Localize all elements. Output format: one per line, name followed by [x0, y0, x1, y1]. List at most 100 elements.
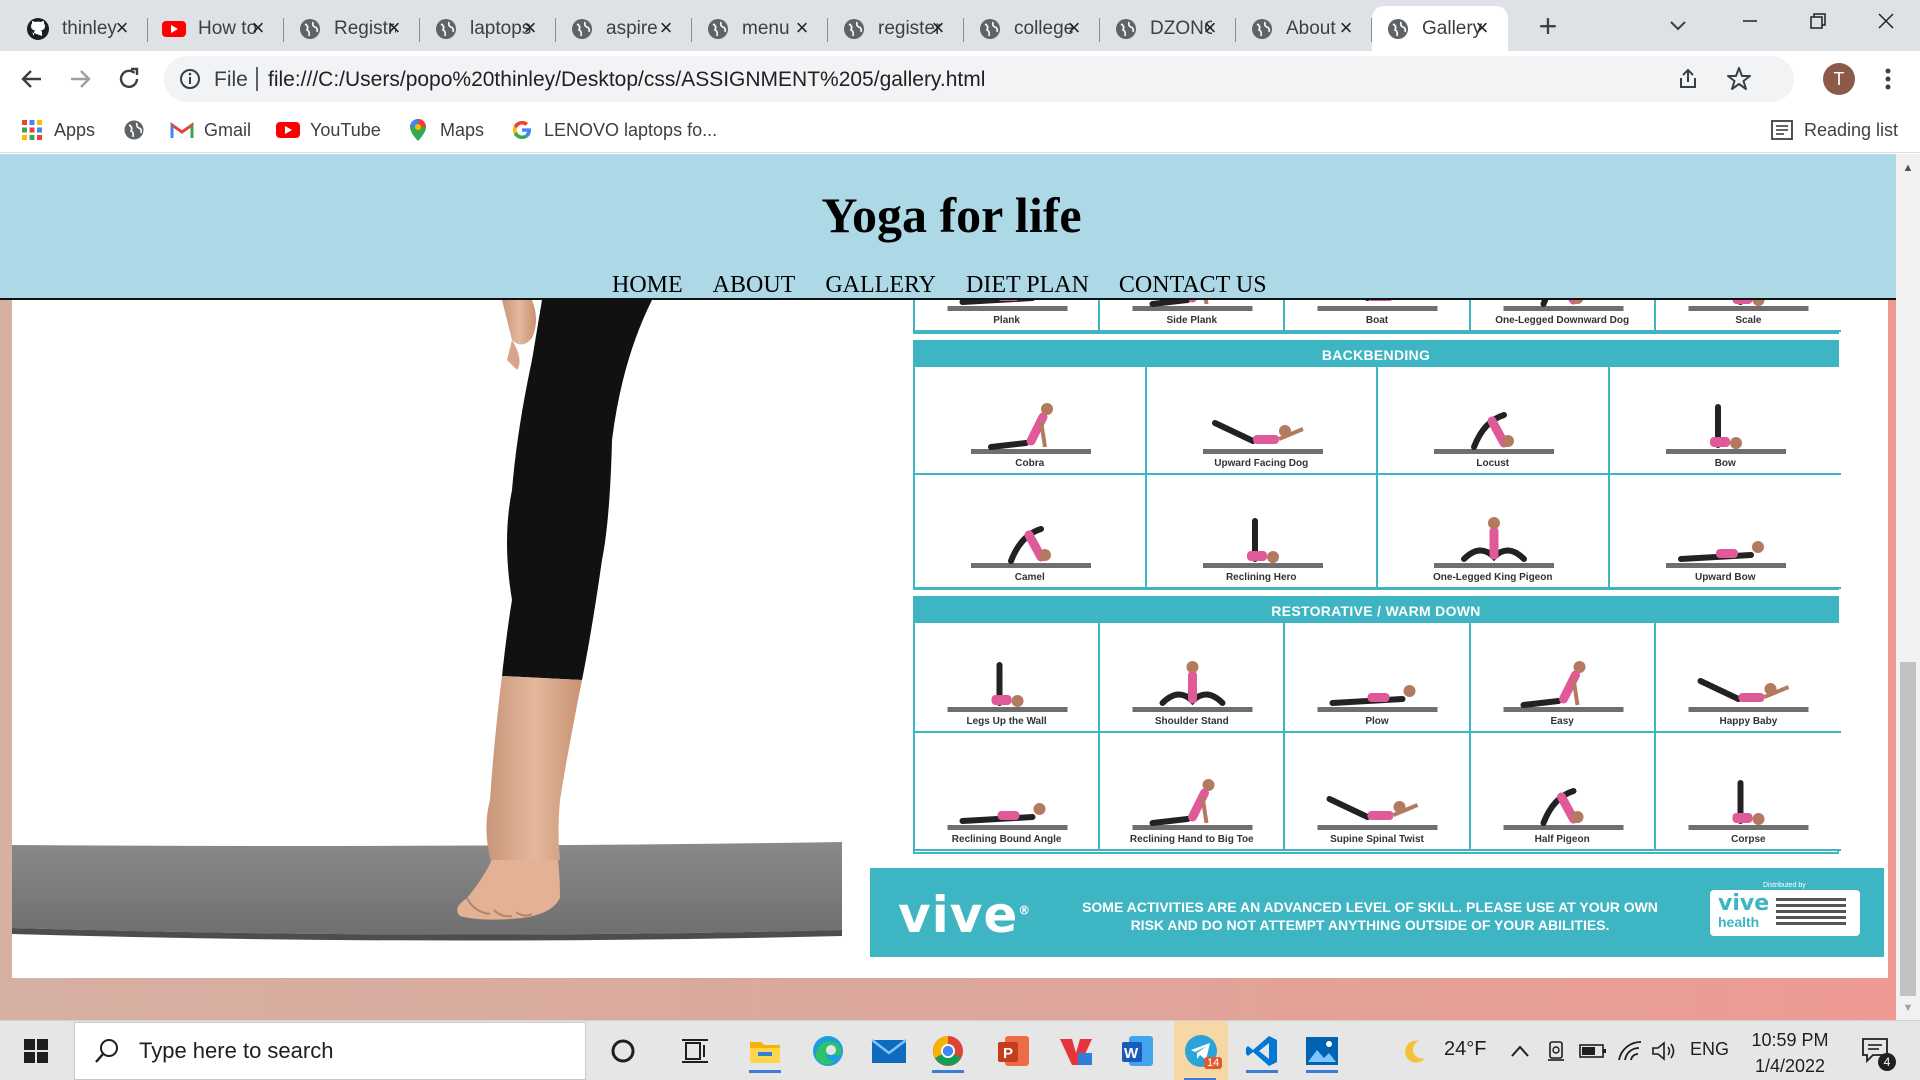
- windows-taskbar: Type here to search P W 14 24°F ENG 10:5…: [0, 1020, 1920, 1080]
- notification-center-icon[interactable]: 4: [1856, 1029, 1896, 1073]
- browser-tab[interactable]: About ×: [1236, 6, 1372, 51]
- bookmark-gmail[interactable]: Gmail: [170, 116, 251, 144]
- browser-tab[interactable]: How to ×: [148, 6, 284, 51]
- forward-icon[interactable]: [64, 63, 96, 95]
- browser-tab[interactable]: Gallery ×: [1372, 6, 1508, 51]
- nav-contact-us[interactable]: CONTACT US: [1119, 272, 1267, 299]
- photos-icon[interactable]: [1300, 1029, 1344, 1073]
- pose-label: Reclining Bound Angle: [951, 834, 1062, 845]
- kebab-menu-icon[interactable]: [1876, 63, 1900, 95]
- bookmark-globe[interactable]: [122, 116, 156, 144]
- globe-icon: [570, 17, 594, 41]
- vive-card-brand: vive: [1718, 891, 1770, 916]
- svg-text:W: W: [1124, 1045, 1139, 1062]
- telegram-badge: 14: [1204, 1057, 1223, 1069]
- pose-cell: Upward Bow: [1609, 475, 1841, 589]
- bookmark-apps[interactable]: Apps: [20, 116, 95, 144]
- tab-close-icon[interactable]: ×: [1470, 15, 1494, 40]
- weather-moon-icon[interactable]: [1394, 1029, 1434, 1073]
- vscode-icon[interactable]: [1240, 1029, 1284, 1073]
- browser-tab[interactable]: register ×: [828, 6, 964, 51]
- edge-icon[interactable]: [806, 1029, 850, 1073]
- pose-cell: Corpse: [1655, 733, 1841, 851]
- input-language[interactable]: ENG: [1690, 1039, 1729, 1060]
- nav-about[interactable]: ABOUT: [713, 272, 796, 299]
- pose-cell: Scale: [1655, 300, 1841, 332]
- tray-chevron-up-icon[interactable]: [1508, 1029, 1532, 1073]
- browser-tab[interactable]: aspire ×: [556, 6, 692, 51]
- browser-tab[interactable]: thinley ×: [12, 6, 148, 51]
- globe-icon: [122, 118, 146, 142]
- new-tab-button[interactable]: +: [1532, 8, 1564, 44]
- volume-icon[interactable]: [1650, 1029, 1678, 1073]
- pose-label: Half Pigeon: [1534, 834, 1590, 845]
- word-icon[interactable]: W: [1116, 1029, 1160, 1073]
- scroll-up-arrow-icon[interactable]: ▲: [1896, 160, 1920, 176]
- scroll-thumb[interactable]: [1900, 662, 1916, 996]
- cortana-icon[interactable]: [601, 1029, 645, 1073]
- powerpoint-icon[interactable]: P: [992, 1029, 1036, 1073]
- meet-now-icon[interactable]: [1544, 1029, 1570, 1073]
- browser-tab[interactable]: laptops ×: [420, 6, 556, 51]
- info-icon[interactable]: [178, 67, 202, 91]
- reading-list-button[interactable]: Reading list: [1770, 116, 1898, 144]
- backbending-section: BACKBENDING Cobra Upward Facing Dog Locust…: [913, 340, 1841, 590]
- yoga-leg-photo: [12, 300, 842, 958]
- bookmark-youtube[interactable]: YouTube: [276, 116, 381, 144]
- restore-icon[interactable]: [1784, 0, 1852, 42]
- tab-close-icon[interactable]: ×: [518, 15, 542, 40]
- chrome-icon[interactable]: [926, 1029, 970, 1073]
- tab-close-icon[interactable]: ×: [790, 15, 814, 40]
- nav-diet-plan[interactable]: DIET PLAN: [966, 272, 1089, 299]
- telegram-icon[interactable]: 14: [1174, 1021, 1228, 1080]
- tab-close-icon[interactable]: ×: [382, 15, 406, 40]
- weather-temperature[interactable]: 24°F: [1444, 1038, 1486, 1061]
- reload-icon[interactable]: [113, 63, 145, 95]
- vivaldi-icon[interactable]: [1054, 1029, 1098, 1073]
- nav-home[interactable]: HOME: [612, 272, 683, 299]
- taskbar-search-box[interactable]: Type here to search: [74, 1022, 586, 1080]
- reading-list-icon: [1770, 118, 1794, 142]
- tab-close-icon[interactable]: ×: [1062, 15, 1086, 40]
- share-icon[interactable]: [1676, 67, 1700, 91]
- maps-pin-icon: [406, 118, 430, 142]
- browser-tab[interactable]: Registration×: [284, 6, 420, 51]
- bookmark-lenovo[interactable]: LENOVO laptops fo...: [510, 116, 717, 144]
- browser-tab[interactable]: college ×: [964, 6, 1100, 51]
- bookmark-star-icon[interactable]: [1726, 66, 1752, 92]
- globe-icon: [842, 17, 866, 41]
- tab-close-icon[interactable]: ×: [654, 15, 678, 40]
- globe-icon: [434, 17, 458, 41]
- back-icon[interactable]: [16, 63, 48, 95]
- task-view-icon[interactable]: [673, 1029, 717, 1073]
- reading-list-label: Reading list: [1804, 119, 1899, 140]
- browser-tab[interactable]: menu ×: [692, 6, 828, 51]
- file-explorer-icon[interactable]: [743, 1029, 787, 1073]
- vive-logo: vive®: [898, 886, 1031, 944]
- battery-icon[interactable]: [1578, 1029, 1608, 1073]
- scroll-down-arrow-icon[interactable]: ▼: [1896, 1000, 1920, 1016]
- minimize-icon[interactable]: [1716, 0, 1784, 42]
- tab-close-icon[interactable]: ×: [246, 15, 270, 40]
- wifi-icon[interactable]: [1616, 1029, 1644, 1073]
- address-bar[interactable]: File file:///C:/Users/popo%20thinley/Des…: [164, 56, 1794, 102]
- apps-grid-icon: [20, 118, 44, 142]
- tab-close-icon[interactable]: ×: [1198, 15, 1222, 40]
- nav-gallery[interactable]: GALLERY: [825, 272, 936, 299]
- profile-avatar[interactable]: T: [1823, 63, 1855, 95]
- mail-icon[interactable]: [867, 1029, 911, 1073]
- site-title: Yoga for life: [821, 187, 1082, 243]
- tab-close-icon[interactable]: ×: [926, 15, 950, 40]
- tab-close-icon[interactable]: ×: [1334, 15, 1358, 40]
- windows-start-icon[interactable]: [0, 1021, 72, 1080]
- tab-close-icon[interactable]: ×: [110, 15, 134, 40]
- page-scrollbar[interactable]: ▲ ▼: [1896, 154, 1920, 1020]
- url-text[interactable]: file:///C:/Users/popo%20thinley/Desktop/…: [268, 68, 985, 92]
- close-window-icon[interactable]: [1852, 0, 1920, 42]
- taskbar-clock[interactable]: 10:59 PM 1/4/2022: [1740, 1027, 1840, 1079]
- pose-label: Plank: [993, 315, 1020, 326]
- tab-search-icon[interactable]: [1662, 10, 1694, 42]
- bookmark-maps[interactable]: Maps: [406, 116, 484, 144]
- pose-label: Cobra: [1015, 458, 1045, 469]
- browser-tab[interactable]: DZONGKHAG×: [1100, 6, 1236, 51]
